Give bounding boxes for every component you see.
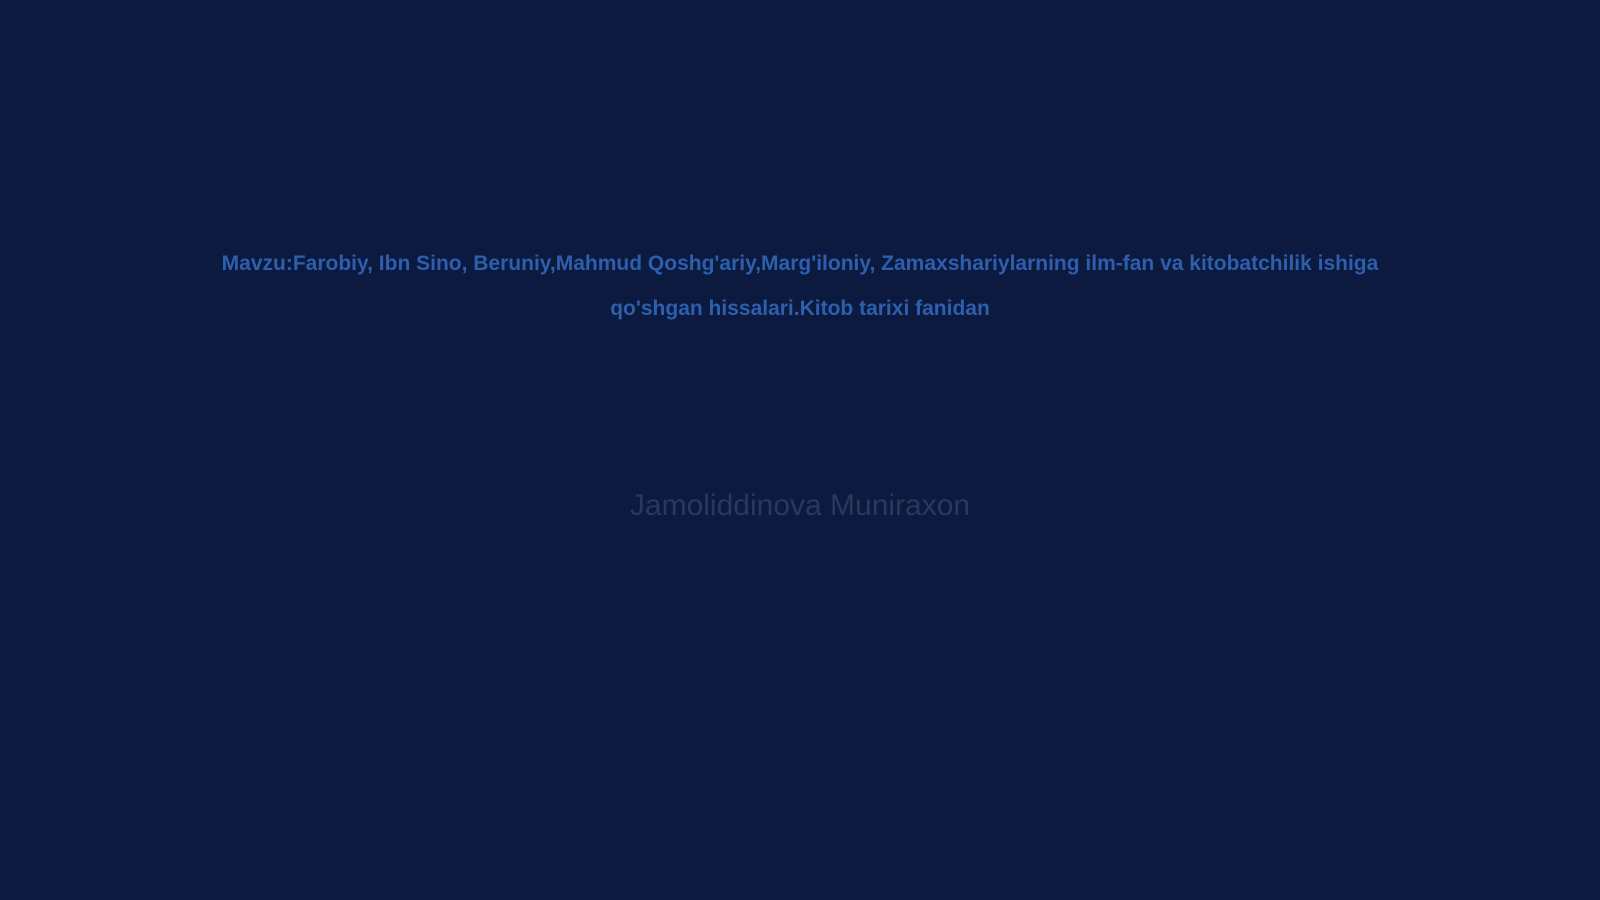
slide-title: Mavzu:Farobiy, Ibn Sino, Beruniy,Mahmud … — [221, 252, 1379, 320]
presentation-slide: Mavzu:Farobiy, Ibn Sino, Beruniy,Mahmud … — [0, 0, 1600, 900]
slide-subtitle: Jamoliddinova Muniraxon — [629, 489, 971, 522]
